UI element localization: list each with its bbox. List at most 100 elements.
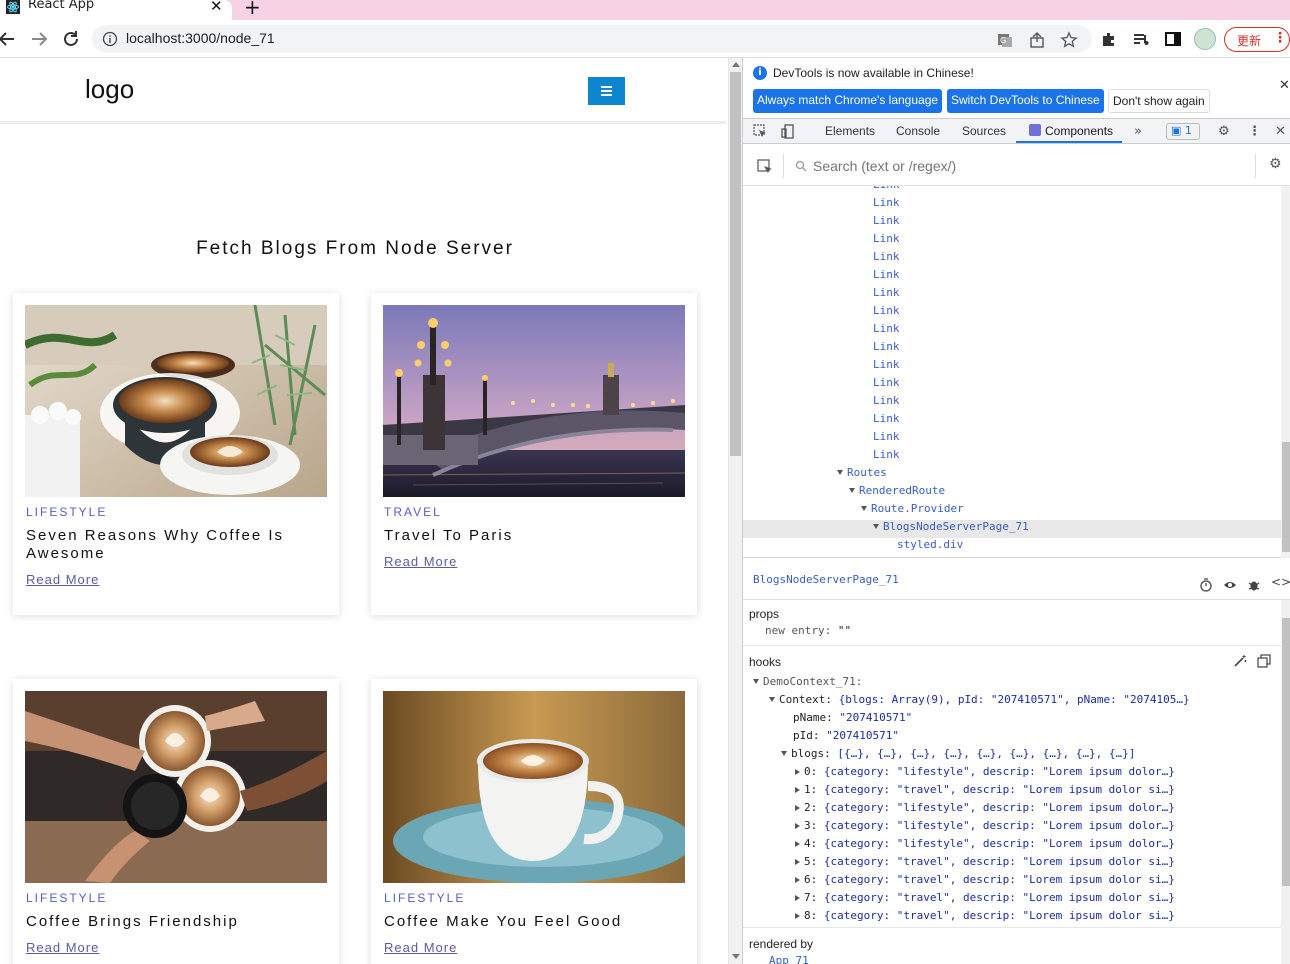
side-panel-icon[interactable]: [1164, 30, 1182, 48]
blogs-row[interactable]: blogs: [{…}, {…}, {…}, {…}, {…}, {…}, {……: [781, 747, 1135, 760]
forward-icon[interactable]: [28, 28, 50, 50]
expand-arrow-icon[interactable]: [781, 751, 787, 756]
tree-node[interactable]: Link: [873, 304, 900, 322]
tree-node[interactable]: Link: [873, 250, 900, 268]
reading-list-icon[interactable]: [1132, 30, 1150, 48]
expand-arrow-icon[interactable]: [769, 697, 775, 702]
copy-icon[interactable]: [1257, 654, 1271, 668]
close-devtools-icon[interactable]: ✕: [1275, 124, 1286, 139]
collapse-arrow-icon[interactable]: [795, 859, 800, 865]
collapse-arrow-icon[interactable]: [795, 841, 800, 847]
tree-node-rendered-route[interactable]: RenderedRoute: [849, 484, 945, 502]
blog-item-row[interactable]: 7: {category: "travel", descrip: "Lorem …: [795, 891, 1175, 904]
tab-elements[interactable]: Elements: [825, 124, 875, 138]
view-source-icon[interactable]: <>: [1271, 575, 1290, 589]
pname-row[interactable]: pName: "207410571": [793, 711, 912, 724]
collapse-arrow-icon[interactable]: [795, 877, 800, 883]
expand-arrow-icon[interactable]: [753, 679, 759, 684]
tree-node-styled-div[interactable]: styled.div: [897, 538, 963, 556]
inspect-element-icon[interactable]: [753, 124, 768, 139]
more-options-icon[interactable]: ⋮: [1248, 124, 1261, 139]
search-settings-gear-icon[interactable]: ⚙: [1269, 156, 1282, 172]
read-more-link[interactable]: Read More: [384, 554, 457, 569]
share-icon[interactable]: [1028, 31, 1046, 49]
tree-node[interactable]: Link: [873, 322, 900, 340]
details-scroll-thumb[interactable]: [1282, 618, 1290, 886]
issues-badge[interactable]: ▣ 1: [1166, 123, 1200, 140]
device-toolbar-icon[interactable]: [781, 124, 796, 139]
tree-node[interactable]: Link: [873, 394, 900, 412]
tree-scroll-thumb[interactable]: [1282, 442, 1290, 552]
new-tab-icon[interactable]: +: [244, 0, 261, 19]
tree-node-route-provider[interactable]: Route.Provider: [861, 502, 964, 520]
stopwatch-icon[interactable]: [1199, 578, 1213, 592]
tree-node[interactable]: Link: [873, 286, 900, 304]
details-scrollbar[interactable]: [1281, 600, 1290, 964]
tree-node-routes[interactable]: Routes: [837, 466, 887, 484]
blog-item-row[interactable]: 1: {category: "travel", descrip: "Lorem …: [795, 783, 1175, 796]
collapse-arrow-icon[interactable]: [795, 895, 800, 901]
more-tabs-icon[interactable]: »: [1134, 124, 1142, 139]
blog-item-row[interactable]: 4: {category: "lifestyle", descrip: "Lor…: [795, 837, 1175, 850]
expand-arrow-icon[interactable]: [837, 470, 843, 475]
rendered-by-link[interactable]: App_71: [769, 954, 809, 964]
read-more-link[interactable]: Read More: [384, 940, 457, 955]
tree-node[interactable]: Link: [873, 196, 900, 214]
tab-console[interactable]: Console: [896, 124, 940, 138]
blog-item-row[interactable]: 2: {category: "lifestyle", descrip: "Lor…: [795, 801, 1175, 814]
tree-node[interactable]: Link: [873, 268, 900, 286]
tree-node[interactable]: Link: [873, 448, 900, 466]
collapse-arrow-icon[interactable]: [795, 823, 800, 829]
dont-show-again-button[interactable]: Don't show again: [1108, 89, 1210, 113]
context-row[interactable]: Context: {blogs: Array(9), pId: "2074105…: [769, 693, 1190, 706]
site-logo[interactable]: logo: [85, 74, 134, 105]
bookmark-star-icon[interactable]: [1060, 31, 1078, 49]
tree-node[interactable]: Link: [873, 376, 900, 394]
close-notice-icon[interactable]: ✕: [1279, 78, 1290, 93]
translate-icon[interactable]: G: [996, 31, 1014, 49]
component-search-input[interactable]: [813, 154, 1243, 178]
pid-row[interactable]: pId: "207410571": [793, 729, 899, 742]
eye-icon[interactable]: [1223, 578, 1237, 592]
reload-icon[interactable]: [60, 28, 82, 50]
read-more-link[interactable]: Read More: [26, 940, 99, 955]
props-new-entry[interactable]: new entry: "": [765, 624, 851, 637]
tree-node[interactable]: Link: [873, 430, 900, 448]
select-component-icon[interactable]: [757, 159, 773, 175]
page-scrollbar[interactable]: [728, 58, 742, 964]
extensions-icon[interactable]: [1100, 30, 1118, 48]
read-more-link[interactable]: Read More: [26, 572, 99, 587]
blog-item-row[interactable]: 0: {category: "lifestyle", descrip: "Lor…: [795, 765, 1175, 778]
tree-node[interactable]: Link: [873, 186, 900, 196]
tab-sources[interactable]: Sources: [962, 124, 1006, 138]
tree-node[interactable]: Link: [873, 340, 900, 358]
profile-avatar[interactable]: [1194, 28, 1216, 50]
collapse-arrow-icon[interactable]: [795, 769, 800, 775]
blog-item-row[interactable]: 6: {category: "travel", descrip: "Lorem …: [795, 873, 1175, 886]
tree-node[interactable]: Link: [873, 412, 900, 430]
address-bar[interactable]: localhost:3000/node_71 G: [92, 25, 1092, 53]
magic-wand-icon[interactable]: [1233, 654, 1247, 668]
blog-item-row[interactable]: 8: {category: "travel", descrip: "Lorem …: [795, 909, 1175, 922]
bug-icon[interactable]: [1247, 578, 1261, 592]
collapse-arrow-icon[interactable]: [795, 913, 800, 919]
collapse-arrow-icon[interactable]: [795, 787, 800, 793]
expand-arrow-icon[interactable]: [861, 506, 867, 511]
tree-node[interactable]: Link: [873, 358, 900, 376]
expand-arrow-icon[interactable]: [849, 488, 855, 493]
back-icon[interactable]: [0, 28, 18, 50]
hamburger-menu-button[interactable]: [588, 77, 625, 105]
tab-components[interactable]: Components: [1029, 124, 1113, 138]
tab-close-icon[interactable]: ✕: [210, 0, 223, 15]
tree-node-selected[interactable]: BlogsNodeServerPage_71: [743, 520, 1281, 538]
tree-scrollbar[interactable]: [1281, 186, 1290, 558]
expand-arrow-icon[interactable]: [873, 524, 879, 529]
switch-to-chinese-button[interactable]: Switch DevTools to Chinese: [947, 89, 1104, 113]
scroll-down-icon[interactable]: [732, 954, 740, 959]
blog-item-row[interactable]: 3: {category: "lifestyle", descrip: "Lor…: [795, 819, 1175, 832]
browser-tab[interactable]: React App ✕: [0, 0, 232, 20]
hook-row[interactable]: DemoContext_71:: [753, 675, 862, 688]
tree-node[interactable]: Link: [873, 232, 900, 250]
update-button[interactable]: 更新 ⋮: [1224, 27, 1290, 52]
always-match-language-button[interactable]: Always match Chrome's language: [753, 89, 943, 113]
